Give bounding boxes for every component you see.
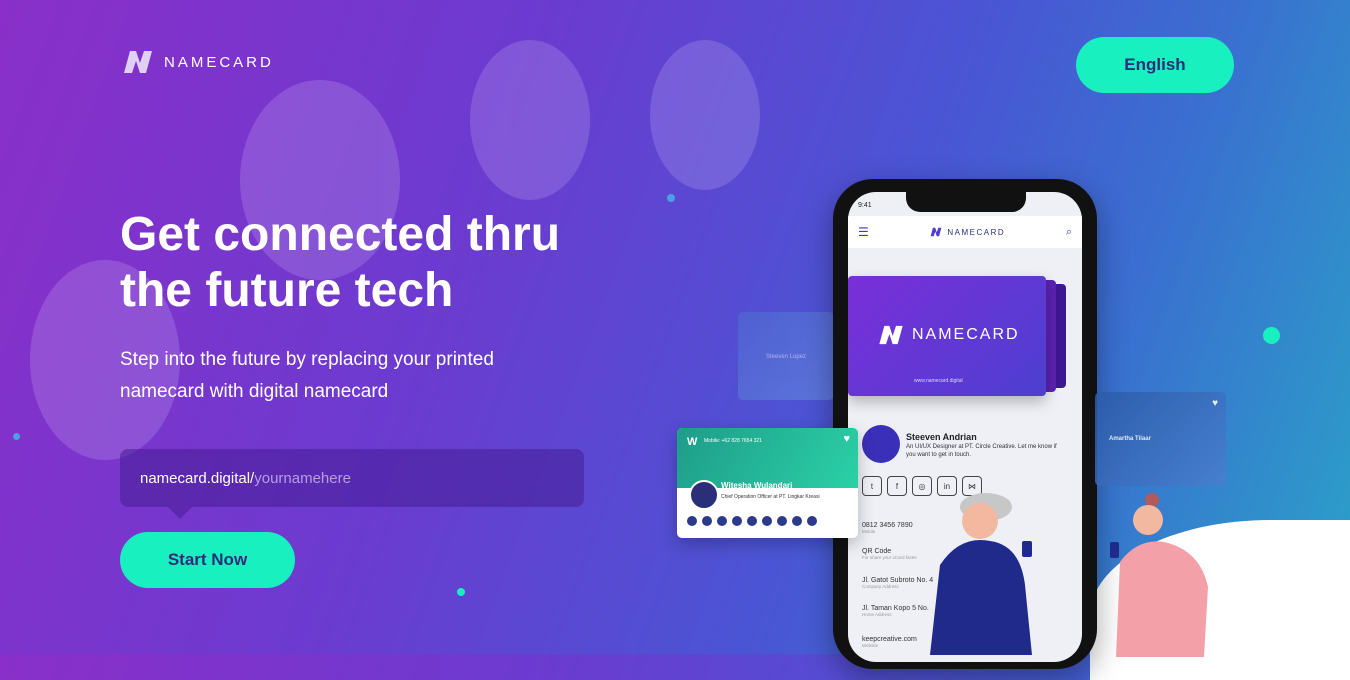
info-address2-value: Jl. Taman Kopo 5 No. xyxy=(862,605,929,612)
app-logo-icon xyxy=(931,227,942,237)
decor-dot xyxy=(457,588,465,596)
status-time: 9:41 xyxy=(858,202,872,209)
floating-card-green-mobile: Mobile: +62 828 7654 321 xyxy=(704,438,762,444)
heart-icon: ♥ xyxy=(1212,398,1218,409)
phone-notch xyxy=(906,192,1026,212)
floating-card-left-name: Steeven Lopez xyxy=(766,354,807,360)
whatsapp-icon xyxy=(702,516,712,526)
card-brand-text: NAMECARD xyxy=(912,326,1020,343)
card-url: www.namecard.digital xyxy=(914,378,963,384)
app-bar: ☰ NAMECARD ⌕ xyxy=(848,216,1082,248)
info-phone[interactable]: 0812 3456 7890 Mobile xyxy=(862,522,913,534)
app-logo-text: NAMECARD xyxy=(947,227,1006,237)
floating-card-right-name: Amartha Tilaar xyxy=(1109,436,1151,442)
floating-card-green-name: Witesha Wulandari xyxy=(721,481,793,490)
info-phone-value: 0812 3456 7890 xyxy=(862,522,913,529)
url-field: namecard.digital/ xyxy=(120,449,584,519)
info-website-label: Website xyxy=(862,643,879,648)
menu-icon[interactable]: ☰ xyxy=(858,225,869,239)
search-icon[interactable]: ⌕ xyxy=(1066,226,1072,239)
floating-card-green-icons xyxy=(687,516,817,526)
card-brand: NAMECARD xyxy=(876,324,1020,346)
start-now-button[interactable]: Start Now xyxy=(120,532,295,588)
decor-dot xyxy=(667,194,675,202)
floating-card-green-header xyxy=(677,428,858,488)
profile-name: Steeven Andrian xyxy=(906,432,977,442)
username-input[interactable] xyxy=(254,469,555,487)
card-logo-icon xyxy=(879,325,903,345)
decor-dot xyxy=(13,433,20,440)
info-address2-label: Home Address xyxy=(862,612,892,617)
facebook-icon xyxy=(762,516,772,526)
decor-dot xyxy=(1263,327,1280,344)
woman-illustration xyxy=(1110,493,1208,657)
card-initial-icon: W xyxy=(687,436,698,448)
logo-mark-icon xyxy=(124,51,152,73)
avatar xyxy=(862,425,900,463)
instagram-icon xyxy=(792,516,802,526)
namecard-preview[interactable]: NAMECARD www.namecard.digital xyxy=(848,276,1046,396)
twitter-icon[interactable]: t xyxy=(862,476,882,496)
info-qr-desc: For share your vCard faster xyxy=(862,555,918,560)
floating-card-green-title: Chief Operation Officer at PT. Lingkar K… xyxy=(721,494,820,500)
url-prefix: namecard.digital/ xyxy=(140,469,255,487)
email-icon xyxy=(717,516,727,526)
language-button[interactable]: English xyxy=(1076,37,1234,93)
man-illustration xyxy=(930,493,1032,655)
floating-card-right: Amartha Tilaar ♥ xyxy=(1095,392,1226,486)
info-website-value: keepcreative.com xyxy=(862,636,917,643)
linkedin-icon xyxy=(807,516,817,526)
profile-description: An UI/UX Designer at PT. Circle Creative… xyxy=(906,444,1057,458)
info-qr[interactable]: QR Code For share your vCard faster xyxy=(862,548,917,560)
logo[interactable]: NAMECARD xyxy=(120,49,274,75)
hero-title: Get connected thru the future tech xyxy=(120,208,561,317)
phone-icon xyxy=(687,516,697,526)
twitter-icon xyxy=(777,516,787,526)
info-qr-value: QR Code xyxy=(862,548,892,555)
logo-text: NAMECARD xyxy=(164,53,274,71)
floating-card-left: Steeven Lopez xyxy=(738,312,834,400)
app-logo: NAMECARD xyxy=(929,227,1005,237)
heart-icon: ♥ xyxy=(843,433,850,445)
chat-icon xyxy=(732,516,742,526)
info-website[interactable]: keepcreative.com Website xyxy=(862,636,917,648)
hero-subtitle: Step into the future by replacing your p… xyxy=(120,349,494,402)
skype-icon xyxy=(747,516,757,526)
info-address-home[interactable]: Jl. Taman Kopo 5 No. Home Address xyxy=(862,605,929,617)
facebook-icon[interactable]: f xyxy=(887,476,907,496)
floating-card-green: W Mobile: +62 828 7654 321 ♥ Witesha Wul… xyxy=(677,428,858,538)
info-phone-label: Mobile xyxy=(862,529,876,534)
avatar xyxy=(689,480,719,510)
